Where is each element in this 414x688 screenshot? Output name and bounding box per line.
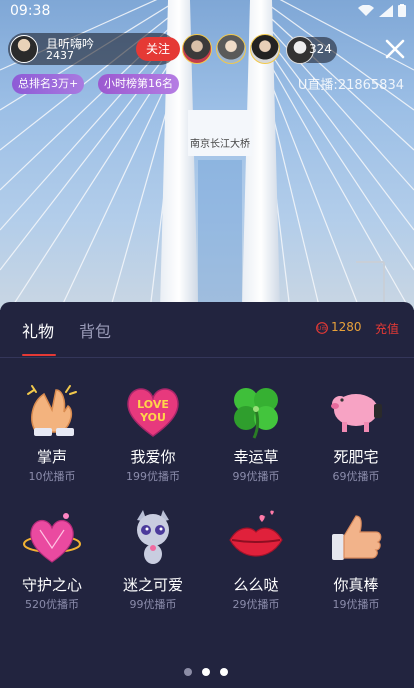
gift-item[interactable]: 迷之可爱 99优播币 (103, 508, 203, 628)
gift-item[interactable]: 么么哒 29优播币 (206, 508, 306, 628)
gift-name: 幸运草 (233, 448, 279, 466)
gift-name: 守护之心 (21, 576, 82, 594)
active-tab-indicator (22, 354, 56, 356)
divider (0, 357, 414, 358)
thumbs-up-icon (332, 515, 382, 560)
gift-name: 么么哒 (233, 576, 279, 594)
gift-item[interactable]: 掌声 10优播币 (2, 380, 102, 500)
signal-icon (379, 4, 393, 17)
gift-price: 10优播币 (28, 470, 76, 483)
gift-price: 29优播币 (232, 598, 280, 611)
page-dot-active[interactable] (202, 668, 210, 676)
tab-backpack[interactable]: 背包 (79, 318, 111, 342)
cute-cat-icon (137, 510, 169, 564)
pink-diamond-heart-icon (23, 513, 81, 563)
clapping-hands-icon (27, 385, 77, 436)
battery-icon (398, 4, 406, 17)
viewer-avatar[interactable] (216, 34, 246, 64)
coin-balance: 1280 (331, 320, 362, 334)
gift-item[interactable]: LOVE YOU 我爱你 199优播币 (103, 380, 203, 500)
pink-pig-icon (331, 394, 382, 432)
bridge-sign: 南京长江大桥 (190, 137, 250, 150)
page-dot[interactable] (184, 668, 192, 676)
gift-price: 69优播币 (332, 470, 380, 483)
gift-item[interactable]: 幸运草 99优播币 (206, 380, 306, 500)
hourly-rank-badge[interactable]: 小时榜第16名 (98, 74, 179, 94)
anchor-fans-count: 2437 (46, 49, 74, 62)
gift-name: 死肥宅 (333, 448, 379, 466)
anchor-avatar[interactable] (10, 35, 38, 63)
gift-panel: 礼物 背包 U币 1280 充值 掌声 10优播币 LOVE YOU 我爱你 1… (0, 302, 414, 688)
gift-item[interactable]: 守护之心 520优播币 (2, 508, 102, 628)
gift-item[interactable]: 死肥宅 69优播币 (306, 380, 406, 500)
coin-icon: U币 (316, 322, 328, 334)
gift-price: 520优播币 (25, 598, 79, 611)
svg-text:LOVE: LOVE (137, 398, 169, 411)
wifi-icon (358, 4, 374, 16)
status-icons (358, 4, 406, 17)
gift-price: 99优播币 (129, 598, 177, 611)
status-bar: 09:38 (0, 0, 414, 24)
tab-gift[interactable]: 礼物 (22, 318, 54, 342)
svg-text:YOU: YOU (139, 411, 166, 424)
close-icon[interactable] (384, 38, 406, 60)
viewer-avatar[interactable] (182, 34, 212, 64)
gift-item[interactable]: 你真棒 19优播币 (306, 508, 406, 628)
gift-price: 99优播币 (232, 470, 280, 483)
total-rank-badge[interactable]: 总排名3万+ (12, 74, 85, 94)
gift-name: 迷之可爱 (122, 576, 183, 594)
room-id: U直播:21865834 (297, 78, 404, 93)
gift-name: 掌声 (36, 448, 67, 466)
kiss-lips-icon (229, 510, 283, 557)
page-dot[interactable] (220, 668, 228, 676)
love-you-heart-icon: LOVE YOU (127, 388, 179, 437)
page-indicator (184, 668, 228, 676)
status-time: 09:38 (10, 3, 51, 19)
viewer-count-pill[interactable]: 324 (286, 36, 337, 64)
gift-price: 199优播币 (126, 470, 180, 483)
viewer-avatar[interactable] (250, 34, 280, 64)
recharge-button[interactable]: 充值 (375, 320, 399, 337)
gift-price: 19优播币 (332, 598, 380, 611)
gift-name: 我爱你 (130, 448, 176, 466)
follow-button[interactable]: 关注 (136, 37, 180, 61)
svg-text:U币: U币 (317, 325, 327, 332)
viewer-avatars (182, 34, 280, 64)
viewer-count: 324 (309, 42, 332, 56)
four-leaf-clover-icon (234, 388, 278, 439)
anchor-info[interactable]: 且听嗨吟 2437 关注 (8, 33, 180, 65)
gift-name: 你真棒 (333, 576, 379, 594)
